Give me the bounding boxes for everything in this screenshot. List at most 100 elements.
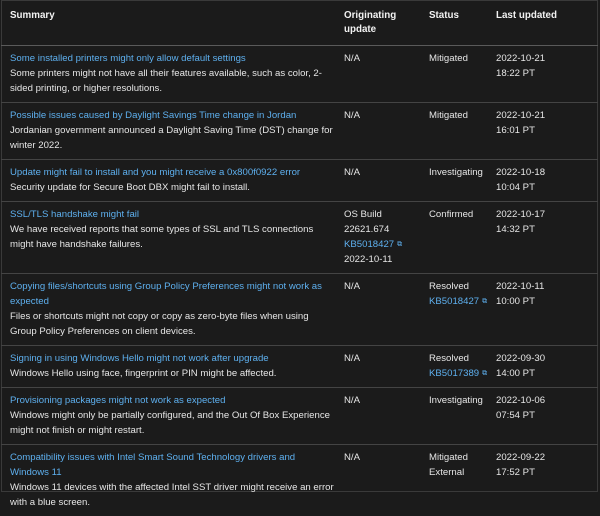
issue-title-link[interactable]: Signing in using Windows Hello might not… [10,351,335,366]
issue-title-link[interactable]: Some installed printers might only allow… [10,51,335,66]
status-text: Confirmed [429,207,487,222]
status-text: Mitigated [429,51,487,66]
issue-title-link[interactable]: Compatibility issues with Intel Smart So… [10,450,335,480]
table-row: Compatibility issues with Intel Smart So… [1,445,598,516]
external-link-icon: ⧉ [482,298,487,305]
last-updated-time: 10:04 PT [496,180,592,195]
originating-update-text: N/A [344,450,420,465]
last-updated-column-header: Last updated [493,0,598,46]
originating-update-cell: N/A [341,274,426,346]
issue-title-link[interactable]: Possible issues caused by Daylight Savin… [10,108,335,123]
last-updated-cell: 2022-10-1810:04 PT [493,160,598,202]
table-row: Possible issues caused by Daylight Savin… [1,103,598,160]
last-updated-cell: 2022-10-2116:01 PT [493,103,598,160]
issue-title-link[interactable]: Copying files/shortcuts using Group Poli… [10,279,335,309]
status-text: Resolved [429,279,487,294]
issue-description: Jordanian government announced a Dayligh… [10,123,335,153]
status-cell: Mitigated [426,103,493,160]
last-updated-date: 2022-09-30 [496,351,592,366]
originating-update-text: N/A [344,108,420,123]
last-updated-cell: 2022-10-1110:00 PT [493,274,598,346]
status-text: Investigating [429,393,487,408]
last-updated-cell: 2022-10-1714:32 PT [493,202,598,274]
last-updated-date: 2022-10-18 [496,165,592,180]
originating-update-cell: N/A [341,388,426,445]
last-updated-date: 2022-10-21 [496,108,592,123]
summary-column-header: Summary [1,0,341,46]
originating-update-cell: N/A [341,46,426,103]
summary-cell: Signing in using Windows Hello might not… [1,346,341,388]
issue-description: Security update for Secure Boot DBX migh… [10,180,335,195]
external-link-icon: ⧉ [482,370,487,377]
summary-cell: Provisioning packages might not work as … [1,388,341,445]
table-header-row: Summary Originating update Status Last u… [1,0,598,46]
last-updated-cell: 2022-10-0607:54 PT [493,388,598,445]
table-row: Signing in using Windows Hello might not… [1,346,598,388]
originating-update-cell: N/A [341,445,426,516]
originating-update-column-header: Originating update [341,0,426,46]
status-text: Resolved [429,351,487,366]
table-row: Copying files/shortcuts using Group Poli… [1,274,598,346]
resolution-kb-link[interactable]: KB5017389 [429,368,479,379]
status-cell: Resolved KB5018427⧉ [426,274,493,346]
table-row: SSL/TLS handshake might failWe have rece… [1,202,598,274]
issue-description: Windows 11 devices with the affected Int… [10,480,335,510]
last-updated-time: 17:52 PT [496,465,592,480]
issue-title-link[interactable]: Update might fail to install and you mig… [10,165,335,180]
summary-cell: Update might fail to install and you mig… [1,160,341,202]
originating-update-cell: N/A [341,103,426,160]
status-cell: Mitigated External [426,445,493,516]
status-column-header: Status [426,0,493,46]
last-updated-cell: 2022-09-2217:52 PT [493,445,598,516]
resolution-kb-link[interactable]: KB5018427 [429,296,479,307]
originating-update-cell: OS Build 22621.674 KB5018427⧉ 2022-10-11 [341,202,426,274]
kb-link[interactable]: KB5018427 [344,239,394,250]
last-updated-time: 14:00 PT [496,366,592,381]
last-updated-time: 18:22 PT [496,66,592,81]
issue-description: Files or shortcuts might not copy or cop… [10,309,335,339]
status-cell: Investigating [426,160,493,202]
summary-cell: Possible issues caused by Daylight Savin… [1,103,341,160]
issue-description: Windows might only be partially configur… [10,408,335,438]
originating-update-text: OS Build 22621.674 [344,207,420,237]
last-updated-date: 2022-10-17 [496,207,592,222]
last-updated-time: 10:00 PT [496,294,592,309]
originating-update-date: 2022-10-11 [344,252,420,267]
table-row: Some installed printers might only allow… [1,46,598,103]
last-updated-date: 2022-10-11 [496,279,592,294]
summary-cell: Copying files/shortcuts using Group Poli… [1,274,341,346]
release-health-table: Summary Originating update Status Last u… [1,0,598,516]
issue-description: Windows Hello using face, fingerprint or… [10,366,335,381]
status-cell: Resolved KB5017389⧉ [426,346,493,388]
status-text: Mitigated External [429,450,487,480]
originating-update-cell: N/A [341,346,426,388]
status-text: Investigating [429,165,487,180]
summary-cell: Some installed printers might only allow… [1,46,341,103]
issue-description: We have received reports that some types… [10,222,335,252]
last-updated-date: 2022-10-06 [496,393,592,408]
issue-title-link[interactable]: SSL/TLS handshake might fail [10,207,335,222]
last-updated-time: 14:32 PT [496,222,592,237]
last-updated-cell: 2022-10-2118:22 PT [493,46,598,103]
status-cell: Investigating [426,388,493,445]
originating-update-text: N/A [344,51,420,66]
last-updated-date: 2022-09-22 [496,450,592,465]
originating-update-cell: N/A [341,160,426,202]
issue-title-link[interactable]: Provisioning packages might not work as … [10,393,335,408]
summary-cell: SSL/TLS handshake might failWe have rece… [1,202,341,274]
issue-description: Some printers might not have all their f… [10,66,335,96]
table-row: Provisioning packages might not work as … [1,388,598,445]
originating-update-text: N/A [344,351,420,366]
external-link-icon: ⧉ [397,241,402,248]
last-updated-time: 07:54 PT [496,408,592,423]
table-row: Update might fail to install and you mig… [1,160,598,202]
last-updated-cell: 2022-09-3014:00 PT [493,346,598,388]
originating-update-text: N/A [344,279,420,294]
last-updated-time: 16:01 PT [496,123,592,138]
originating-update-text: N/A [344,393,420,408]
summary-cell: Compatibility issues with Intel Smart So… [1,445,341,516]
last-updated-date: 2022-10-21 [496,51,592,66]
status-cell: Confirmed [426,202,493,274]
status-cell: Mitigated [426,46,493,103]
originating-update-text: N/A [344,165,420,180]
